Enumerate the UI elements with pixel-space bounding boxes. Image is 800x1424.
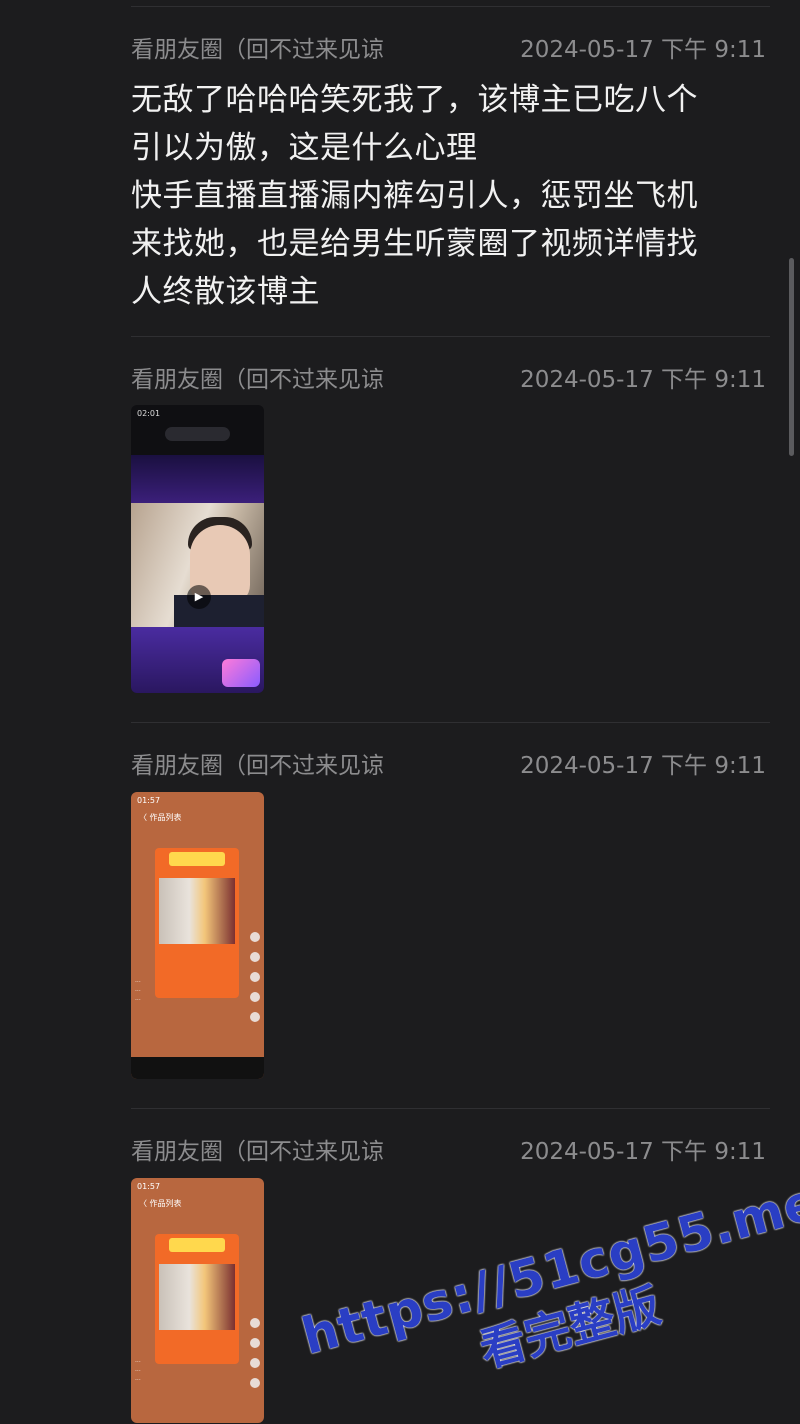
divider	[131, 336, 770, 337]
thumb-header: 〈 作品列表	[139, 1199, 182, 1208]
message-image-post[interactable]: 看朋友圈（回不过来见谅 2024-05-17 下午 9:11	[131, 752, 766, 780]
thumb-banner	[165, 427, 230, 441]
thumb-status-time: 01:57	[137, 1182, 161, 1191]
thumb-card	[155, 848, 239, 998]
message-body: 无敌了哈哈哈笑死我了，该博主已吃八个 引以为傲，这是什么心理 快手直播直播漏内裤…	[131, 76, 766, 316]
thumb-live-header	[131, 455, 264, 503]
thumb-header: 〈 作品列表	[139, 813, 182, 822]
message-line: 来找她，也是给男生听蒙圈了视频详情找	[131, 226, 698, 262]
timestamp: 2024-05-17 下午 9:11	[520, 37, 766, 63]
message-meta: 看朋友圈（回不过来见谅 2024-05-17 下午 9:11	[131, 36, 766, 64]
message-meta: 看朋友圈（回不过来见谅 2024-05-17 下午 9:11	[131, 1138, 766, 1166]
thumb-side-icons	[250, 932, 260, 1032]
message-meta: 看朋友圈（回不过来见谅 2024-05-17 下午 9:11	[131, 752, 766, 780]
thumb-status-time: 01:57	[137, 796, 161, 805]
message-line: 人终散该博主	[131, 274, 320, 310]
message-line: 无敌了哈哈哈笑死我了，该博主已吃八个	[131, 82, 698, 118]
thumb-card-photo	[159, 878, 235, 944]
thumb-card-photo	[159, 1264, 235, 1330]
message-text-post[interactable]: 看朋友圈（回不过来见谅 2024-05-17 下午 9:11 无敌了哈哈哈笑死我…	[131, 36, 766, 316]
sender-name: 看朋友圈（回不过来见谅	[131, 37, 384, 63]
sender-name: 看朋友圈（回不过来见谅	[131, 1139, 384, 1165]
message-video-post[interactable]: 看朋友圈（回不过来见谅 2024-05-17 下午 9:11	[131, 366, 766, 394]
divider	[131, 722, 770, 723]
thumb-comments: ··· ··· ···	[135, 979, 141, 1004]
gift-icon	[222, 659, 260, 687]
timestamp: 2024-05-17 下午 9:11	[520, 1139, 766, 1165]
image-thumbnail[interactable]: 01:57 〈 作品列表 ··· ··· ···	[131, 792, 264, 1079]
divider-top	[131, 6, 770, 7]
thumb-status-time: 02:01	[137, 409, 161, 418]
thumb-side-icons	[250, 1318, 260, 1398]
divider	[131, 1108, 770, 1109]
play-icon[interactable]: ▶	[187, 585, 211, 609]
message-line: 引以为傲，这是什么心理	[131, 130, 478, 166]
sender-name: 看朋友圈（回不过来见谅	[131, 367, 384, 393]
thumb-comments: ··· ··· ···	[135, 1359, 141, 1384]
thumb-bottom-bar	[131, 1057, 264, 1079]
timestamp: 2024-05-17 下午 9:11	[520, 367, 766, 393]
video-thumbnail[interactable]: 02:01 ▶	[131, 405, 264, 693]
thumb-card-title	[169, 1238, 225, 1252]
message-image-post[interactable]: 看朋友圈（回不过来见谅 2024-05-17 下午 9:11	[131, 1138, 766, 1166]
watermark: https://51cg55.me 看完整版	[296, 1172, 800, 1424]
timestamp: 2024-05-17 下午 9:11	[520, 753, 766, 779]
message-meta: 看朋友圈（回不过来见谅 2024-05-17 下午 9:11	[131, 366, 766, 394]
thumb-card	[155, 1234, 239, 1364]
message-line: 快手直播直播漏内裤勾引人，惩罚坐飞机	[131, 178, 698, 214]
image-thumbnail[interactable]: 01:57 〈 作品列表 ··· ··· ···	[131, 1178, 264, 1423]
scrollbar[interactable]	[789, 258, 794, 456]
thumb-card-title	[169, 852, 225, 866]
sender-name: 看朋友圈（回不过来见谅	[131, 753, 384, 779]
